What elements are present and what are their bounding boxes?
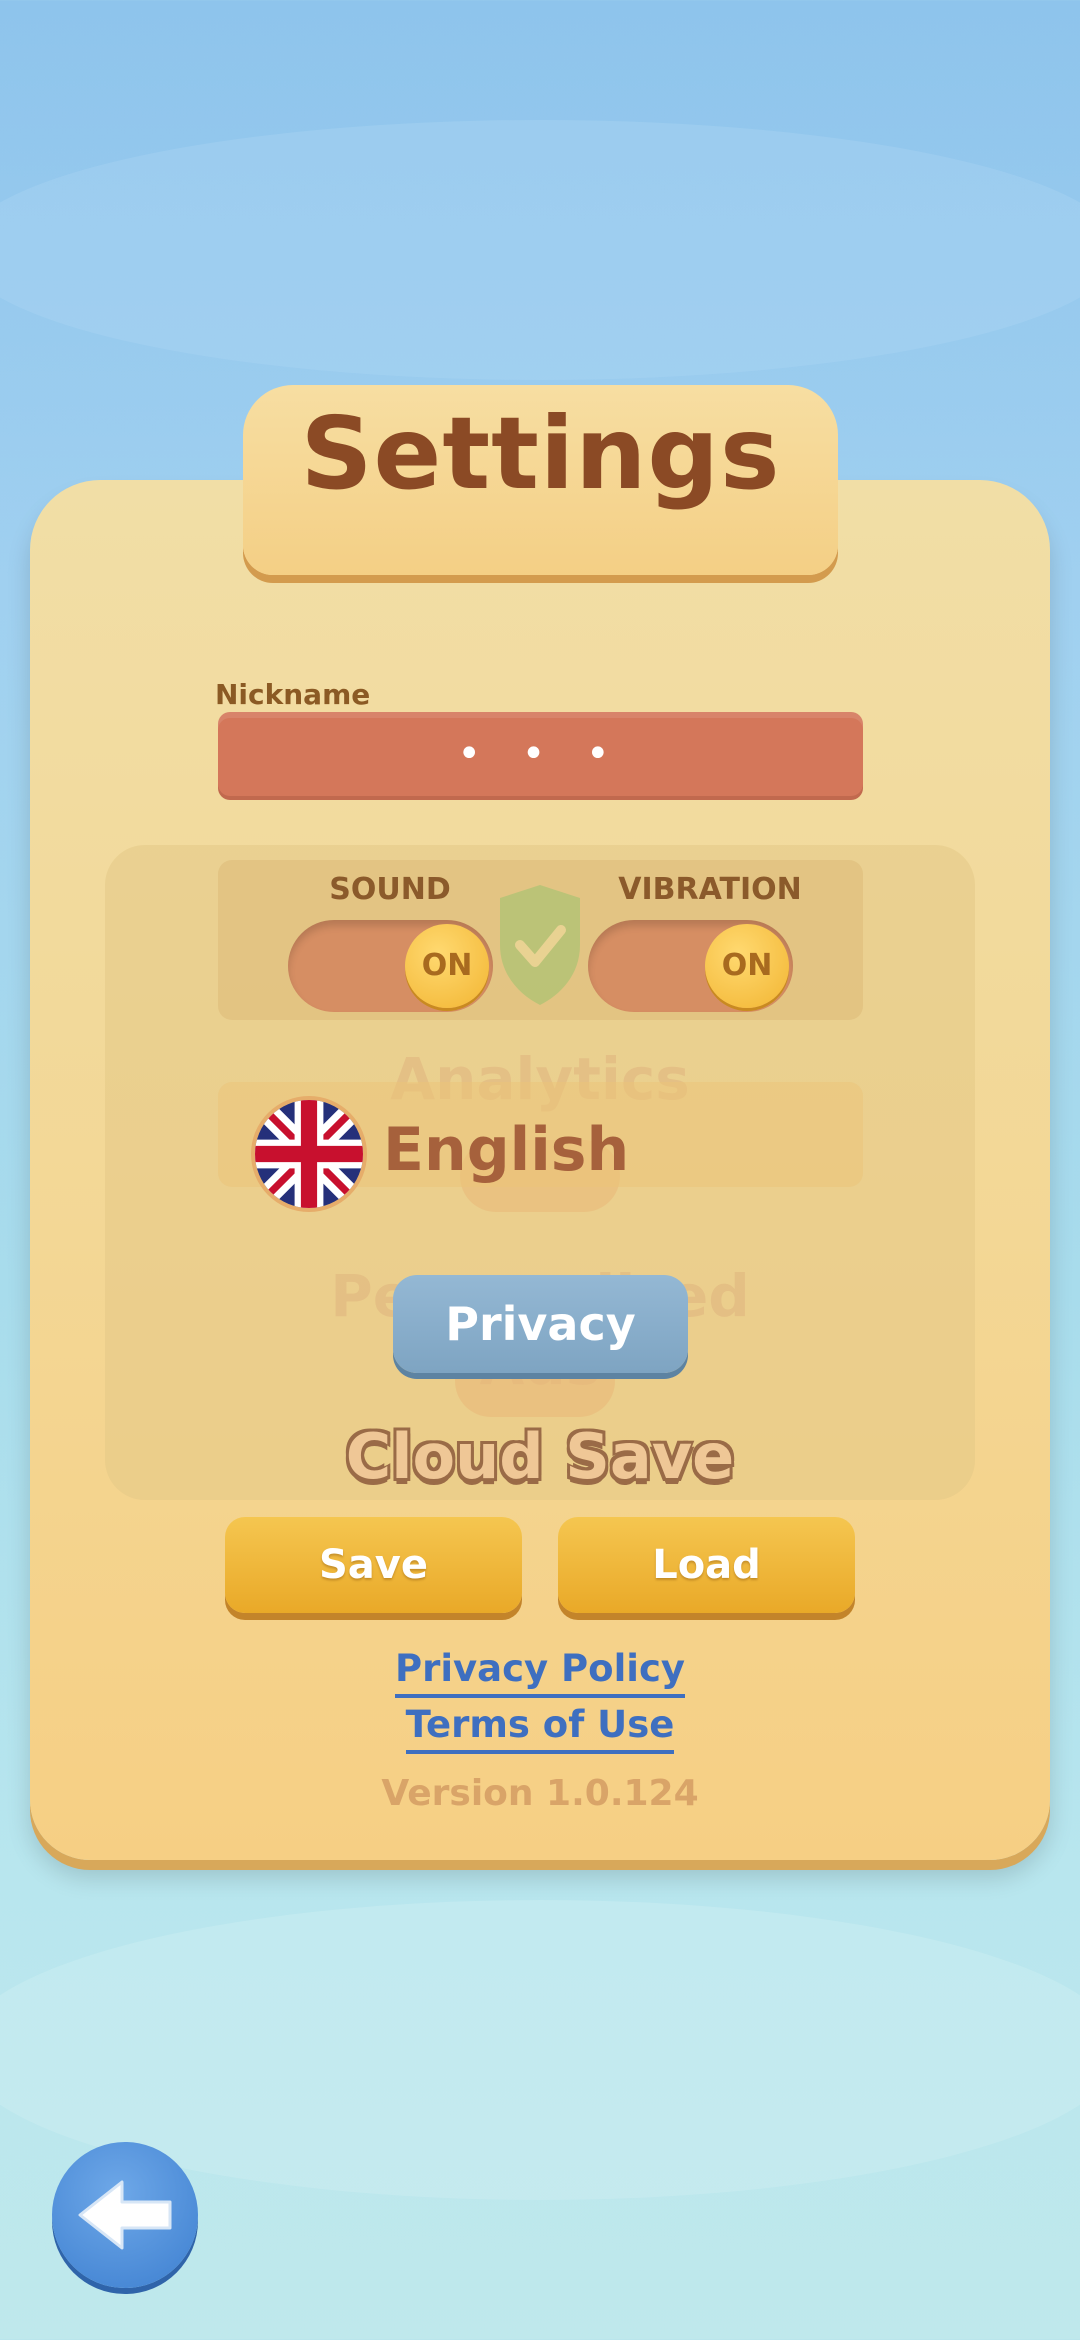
uk-flag-icon — [255, 1100, 363, 1208]
back-button[interactable] — [52, 2142, 198, 2288]
back-arrow-icon — [78, 2180, 172, 2250]
load-button[interactable]: Load — [558, 1517, 855, 1613]
terms-of-use-text: Terms of Use — [405, 1703, 675, 1754]
vibration-label: VIBRATION — [618, 872, 802, 907]
version-text: Version 1.0.124 — [381, 1773, 699, 1814]
vibration-switch[interactable]: ON — [588, 920, 793, 1012]
sky-wave — [0, 120, 1080, 380]
language-label: English — [383, 1115, 630, 1185]
terms-of-use-link[interactable]: Terms of Use — [390, 1703, 690, 1754]
privacy-policy-text: Privacy Policy — [394, 1647, 686, 1698]
cloud-save-title: Cloud Save — [345, 1420, 735, 1493]
save-button[interactable]: Save — [225, 1517, 522, 1613]
nickname-label: Nickname — [215, 678, 371, 711]
sound-switch-knob: ON — [405, 924, 489, 1008]
page-title: Settings — [300, 395, 781, 512]
privacy-policy-link[interactable]: Privacy Policy — [390, 1647, 690, 1698]
shield-icon — [500, 885, 580, 1005]
privacy-button[interactable]: Privacy — [393, 1275, 688, 1373]
sound-label: SOUND — [329, 872, 451, 907]
nickname-field[interactable]: • • • — [218, 712, 863, 796]
vibration-switch-knob: ON — [705, 924, 789, 1008]
sound-switch[interactable]: ON — [288, 920, 493, 1012]
